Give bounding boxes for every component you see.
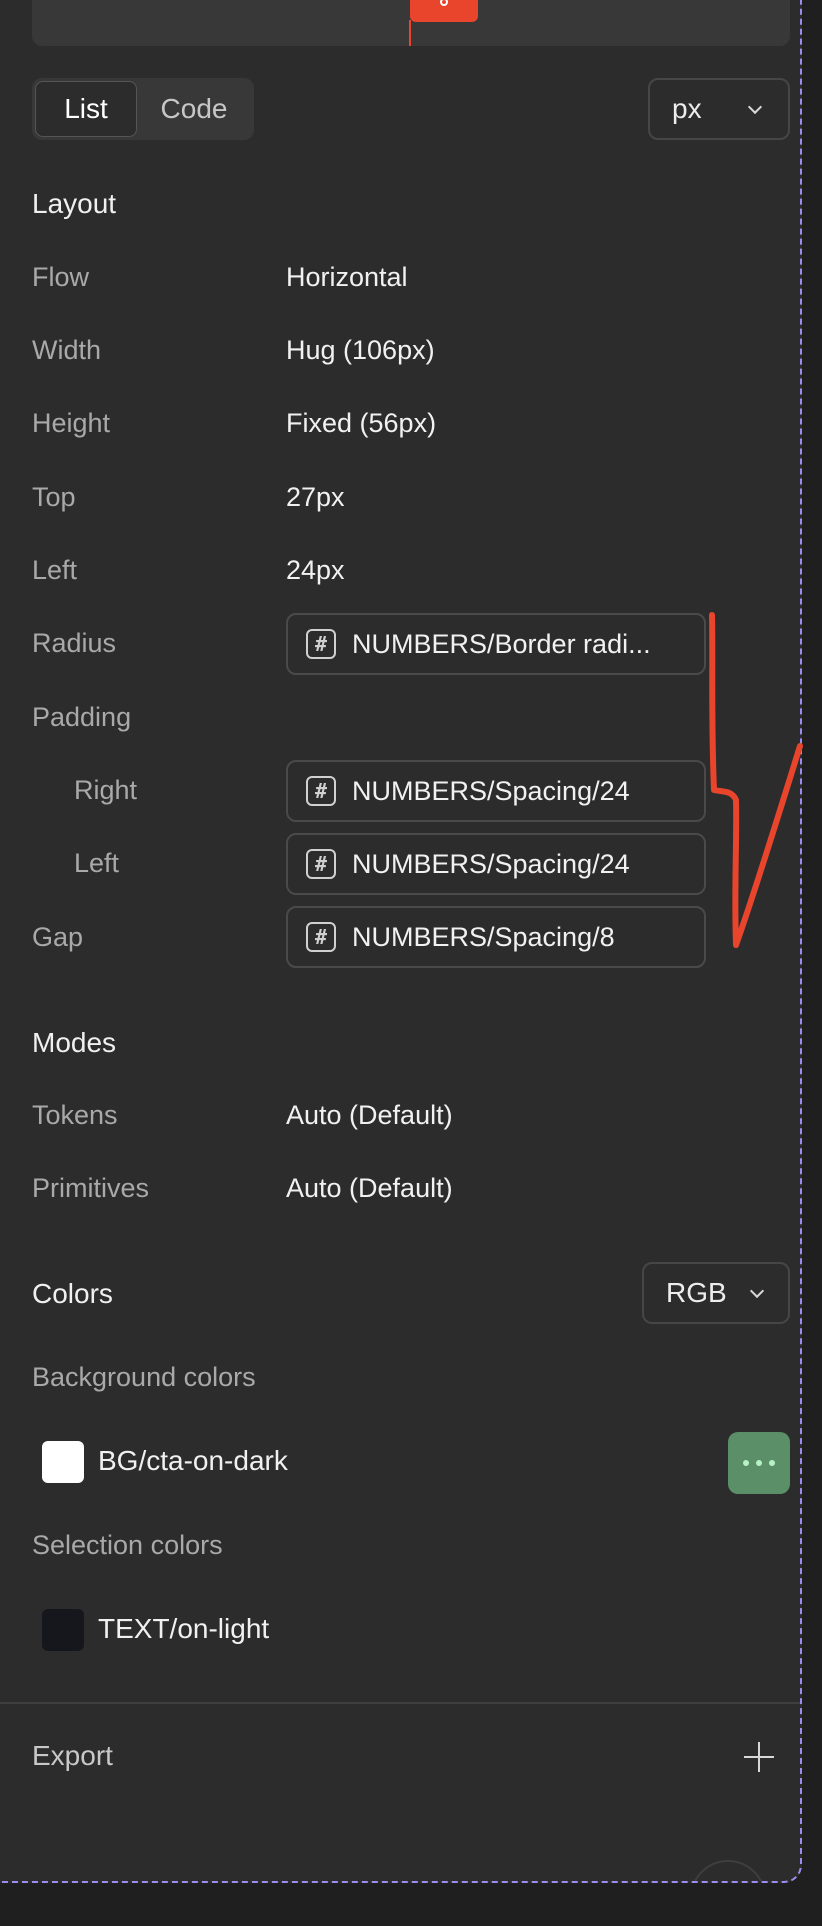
padding-right-token[interactable]: # NUMBERS/Spacing/24 [286,760,706,822]
hash-icon: # [306,776,336,806]
unit-select[interactable]: px [648,78,790,140]
padding-right-token-value: NUMBERS/Spacing/24 [352,775,630,806]
modes-title: Modes [32,1027,117,1058]
view-toggle: List Code [32,78,254,140]
preview-strip [32,0,790,46]
hash-icon: # [306,849,336,879]
plus-icon[interactable] [742,1740,776,1774]
more-dots-icon [743,1460,749,1466]
flow-label: Flow [32,262,90,292]
primitives-label: Primitives [32,1173,150,1203]
gap-token-value: NUMBERS/Spacing/8 [352,921,615,952]
padding-right-label: Right [74,775,138,805]
height-label: Height [32,408,111,438]
flow-value: Horizontal [286,262,408,292]
top-value: 27px [286,482,345,512]
measure-line [409,20,411,46]
selection-color-name[interactable]: TEXT/on-light [98,1613,269,1645]
tab-list[interactable]: List [35,81,137,137]
width-label: Width [32,335,102,365]
unit-select-value: px [672,93,702,124]
chevron-down-icon [749,1283,765,1299]
hash-icon: # [306,922,336,952]
marker-dot [440,0,448,6]
tokens-label: Tokens [32,1100,118,1130]
left-value: 24px [286,555,345,585]
selection-swatch[interactable] [42,1609,84,1651]
section-divider [0,1702,800,1704]
radius-token[interactable]: # NUMBERS/Border radi... [286,613,706,675]
primitives-value: Auto (Default) [286,1173,453,1203]
tab-code[interactable]: Code [137,81,251,137]
hash-icon: # [306,629,336,659]
gap-label: Gap [32,922,84,952]
more-dots-icon [756,1460,762,1466]
export-title: Export [32,1740,113,1771]
padding-label: Padding [32,702,132,732]
top-label: Top [32,482,76,512]
color-format-value: RGB [666,1277,727,1308]
color-format-select[interactable]: RGB [642,1262,790,1324]
gap-token[interactable]: # NUMBERS/Spacing/8 [286,906,706,968]
left-label: Left [32,555,78,585]
height-value: Fixed (56px) [286,408,437,438]
radius-token-value: NUMBERS/Border radi... [352,628,651,659]
corner-circle [690,1860,766,1881]
radius-label: Radius [32,628,117,658]
selection-colors-title: Selection colors [32,1530,223,1560]
colors-title: Colors [32,1278,113,1309]
measure-marker [410,0,478,22]
tokens-value: Auto (Default) [286,1100,453,1130]
more-dots-icon [769,1460,775,1466]
background-swatch[interactable] [42,1441,84,1483]
padding-left-label: Left [74,848,120,878]
padding-left-token[interactable]: # NUMBERS/Spacing/24 [286,833,706,895]
background-colors-title: Background colors [32,1362,256,1392]
width-value: Hug (106px) [286,335,435,365]
background-color-name[interactable]: BG/cta-on-dark [98,1445,288,1477]
padding-left-token-value: NUMBERS/Spacing/24 [352,848,630,879]
chevron-down-icon [747,99,763,115]
inspect-panel: List Code px Layout Flow Horizontal Widt… [0,0,802,1883]
layout-title: Layout [32,188,117,219]
more-button[interactable] [728,1432,790,1494]
